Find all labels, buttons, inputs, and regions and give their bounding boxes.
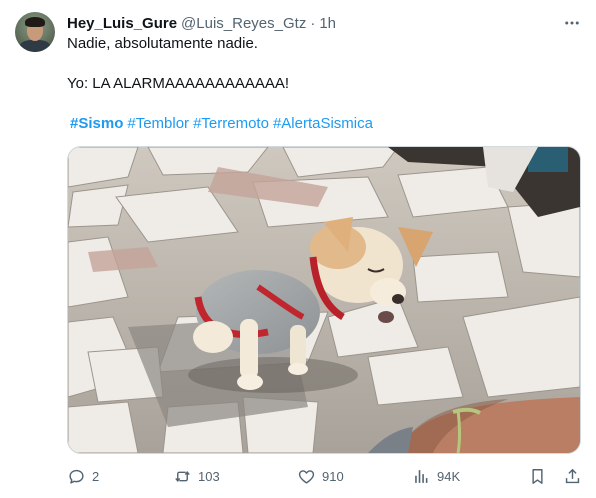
timestamp[interactable]: 1h: [319, 15, 336, 32]
more-options-button[interactable]: [561, 12, 583, 34]
views-button[interactable]: 94K: [412, 464, 460, 488]
like-count: 910: [322, 468, 344, 484]
avatar-hair: [25, 17, 45, 27]
separator-dot: ·: [310, 14, 316, 32]
share-button[interactable]: [563, 464, 582, 488]
tweet-photo[interactable]: [67, 146, 581, 454]
reply-button[interactable]: 2: [67, 464, 99, 488]
reply-count: 2: [92, 468, 100, 484]
tweet-text-line-1: Nadie, absolutamente nadie.: [67, 35, 258, 52]
avatar-shirt: [19, 40, 51, 52]
reply-icon: [69, 469, 84, 484]
user-handle[interactable]: @Luis_Reyes_Gtz: [181, 15, 306, 32]
hashtag-list: #Sismo #Temblor #Terremoto #AlertaSismic…: [70, 114, 373, 134]
hashtag-temblor[interactable]: #Temblor: [127, 114, 189, 134]
display-name[interactable]: Hey_Luis_Gure: [67, 15, 177, 32]
tweet-actions: 2 103 910 94K: [67, 464, 587, 488]
retweet-icon: [175, 470, 190, 482]
share-icon: [565, 468, 580, 483]
bookmark-button[interactable]: [528, 464, 547, 488]
retweet-count: 103: [198, 468, 220, 484]
tweet-text-line-2: Yo: LA ALARMAAAAAAAAAAAA!: [67, 75, 290, 92]
heart-icon: [298, 469, 315, 484]
puppy-photo: [68, 147, 580, 453]
retweet-button[interactable]: 103: [173, 464, 220, 488]
hashtag-terremoto[interactable]: #Terremoto: [193, 114, 269, 134]
more-horizontal-icon: [565, 21, 579, 25]
views-bar-chart-icon: [415, 469, 428, 483]
tweet-card[interactable]: Hey_Luis_Gure @Luis_Reyes_Gtz · 1h Nadie…: [0, 0, 596, 498]
hashtag-alerta-sismica[interactable]: #AlertaSismica: [273, 114, 373, 134]
tweet-header: Hey_Luis_Gure @Luis_Reyes_Gtz · 1h: [67, 13, 336, 33]
bookmark-icon: [532, 468, 543, 484]
avatar[interactable]: [15, 12, 55, 52]
view-count: 94K: [437, 468, 461, 484]
hashtag-sismo[interactable]: #Sismo: [70, 114, 123, 134]
like-button[interactable]: 910: [297, 464, 344, 488]
